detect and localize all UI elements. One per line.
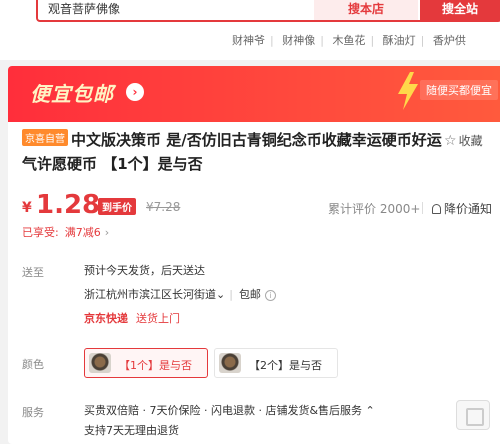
carrier-name: 京东快递 xyxy=(84,312,128,325)
hotword-item[interactable]: 香炉供 xyxy=(433,34,466,47)
price-row: ¥ 1.28 到手价 ¥7.28 累计评价 2000+ 降价通知 xyxy=(22,190,500,222)
service-items[interactable]: 买贵双倍赔 · 7天价保险 · 闪电退款 · 店铺发货&售后服务 ⌃ xyxy=(84,402,375,418)
divider xyxy=(422,202,423,214)
product-title-text: 中文版决策币 是/否仿旧古青铜纪念币收藏幸运硬币好运气许愿硬币 【1个】是与否 xyxy=(22,131,442,173)
original-price: ¥7.28 xyxy=(146,200,181,214)
hotword-list: 财神爷 | 财神像 | 木鱼花 | 酥油灯 | 香炉供 xyxy=(232,34,466,47)
shipping-address[interactable]: 浙江杭州市滨江区长河街道⌄ | 包邮 i xyxy=(84,286,276,302)
coin-thumbnail xyxy=(219,353,241,373)
shipping-label: 送至 xyxy=(22,266,44,279)
bell-icon xyxy=(432,204,441,214)
delivery-mode: 送货上门 xyxy=(136,312,180,325)
color-option[interactable]: 【1个】是与否 xyxy=(84,348,208,378)
star-icon: ☆ xyxy=(444,133,457,149)
color-option-label: 【1个】是与否 xyxy=(119,359,192,372)
color-label: 颜色 xyxy=(22,358,44,371)
search-store-button[interactable]: 搜本店 xyxy=(314,0,418,20)
favorite-button[interactable]: ☆ 收藏 xyxy=(444,132,483,149)
chevron-right-icon: › xyxy=(104,226,110,239)
search-header: 观音菩萨佛像 搜本店 搜全站 财神爷 | 财神像 | 木鱼花 | 酥油灯 | 香炉供 xyxy=(0,0,500,60)
discount-label: 已享受: xyxy=(22,226,59,239)
address-text: 浙江杭州市滨江区长河街道 xyxy=(84,288,216,301)
hotword-item[interactable]: 木鱼花 xyxy=(332,34,365,47)
search-input[interactable]: 观音菩萨佛像 xyxy=(48,0,120,20)
return-policy: 支持7天无理由退货 xyxy=(84,424,179,437)
chevron-down-icon: ⌄ xyxy=(216,288,226,301)
lightning-icon xyxy=(398,72,418,110)
floating-widget-icon[interactable] xyxy=(456,400,490,430)
banner-title: 便宜包邮 xyxy=(30,82,114,106)
shipping-carrier: 京东快递 送货上门 xyxy=(84,310,180,326)
promo-banner[interactable]: 便宜包邮 › 随便买都便宜 xyxy=(8,66,500,122)
color-option[interactable]: 【2个】是与否 xyxy=(214,348,338,378)
price-alert-button[interactable]: 降价通知 xyxy=(432,200,492,217)
banner-slogan: 随便买都便宜 xyxy=(420,80,498,100)
favorite-label: 收藏 xyxy=(458,134,483,148)
product-title: 京喜自营 中文版决策币 是/否仿旧古青铜纪念币收藏幸运硬币好运气许愿硬币 【1个】… xyxy=(22,128,442,176)
search-all-button[interactable]: 搜全站 xyxy=(420,0,500,20)
hotword-item[interactable]: 财神爷 xyxy=(232,34,265,47)
hotword-item[interactable]: 酥油灯 xyxy=(383,34,416,47)
self-operated-badge: 京喜自营 xyxy=(22,129,68,146)
review-count[interactable]: 累计评价 2000+ xyxy=(328,200,420,217)
currency-symbol: ¥ xyxy=(22,200,32,216)
price-value: 1.28 xyxy=(36,190,101,220)
discount-row[interactable]: 已享受: 满7减6 › xyxy=(22,224,109,240)
color-option-label: 【2个】是与否 xyxy=(249,359,322,372)
hotword-item[interactable]: 财神像 xyxy=(282,34,315,47)
shipping-eta: 预计今天发货，后天送达 xyxy=(84,264,205,277)
product-card: 便宜包邮 › 随便买都便宜 京喜自营 中文版决策币 是/否仿旧古青铜纪念币收藏幸运… xyxy=(8,66,500,444)
service-label: 服务 xyxy=(22,406,44,419)
service-text: 买贵双倍赔 · 7天价保险 · 闪电退款 · 店铺发货&售后服务 xyxy=(84,404,363,417)
discount-value: 满7减6 xyxy=(64,226,101,239)
final-price-badge: 到手价 xyxy=(98,198,136,215)
free-shipping-label: 包邮 xyxy=(238,288,261,301)
chevron-right-icon: › xyxy=(126,83,144,101)
info-icon[interactable]: i xyxy=(264,290,276,301)
coin-thumbnail xyxy=(89,353,111,373)
price-alert-label: 降价通知 xyxy=(444,202,493,216)
chevron-up-icon: ⌃ xyxy=(365,404,375,417)
